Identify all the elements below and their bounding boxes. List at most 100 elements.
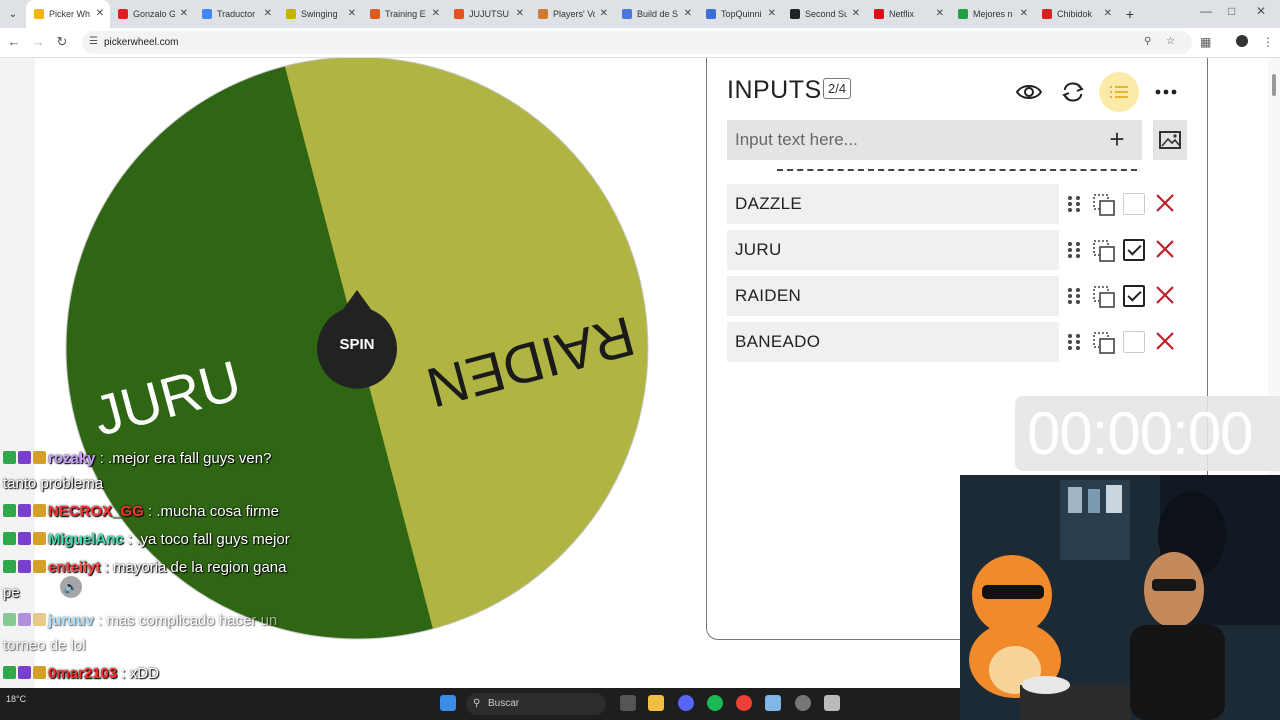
browser-tab[interactable]: Players' Vo ✕ [530, 0, 614, 28]
weather-widget[interactable]: 18°C [6, 694, 26, 704]
browser-tab[interactable]: Gonzalo G ✕ [110, 0, 194, 28]
extensions-icon[interactable]: ▦ [1200, 35, 1211, 49]
close-window-button[interactable]: ✕ [1256, 4, 1266, 18]
browser-tab[interactable]: Picker Wh ✕ [26, 0, 110, 28]
image-icon [1159, 131, 1181, 149]
notepad-icon[interactable] [765, 695, 781, 711]
taskbar-search[interactable]: ⚲ Buscar [466, 693, 606, 715]
tab-close-icon[interactable]: ✕ [1020, 8, 1028, 19]
new-tab-button[interactable]: + [1118, 6, 1142, 22]
profile-avatar[interactable] [1236, 35, 1248, 47]
volume-icon[interactable]: 🔈 [60, 576, 82, 598]
tab-close-icon[interactable]: ✕ [180, 8, 188, 19]
browser-tab[interactable]: Traductor ✕ [194, 0, 278, 28]
tab-close-icon[interactable]: ✕ [936, 8, 944, 19]
settings-gear-icon[interactable] [795, 695, 811, 711]
drag-handle-icon[interactable] [1067, 195, 1081, 213]
delete-icon[interactable] [1154, 238, 1176, 260]
drag-handle-icon[interactable] [1067, 287, 1081, 305]
chat-text-continued: pe [3, 584, 20, 601]
chat-badge-icon [18, 504, 31, 517]
entry-name[interactable]: DAZZLE [727, 184, 1059, 224]
tab-close-icon[interactable]: ✕ [852, 8, 860, 19]
entry-name[interactable]: RAIDEN [727, 276, 1059, 316]
calculator-icon[interactable] [824, 695, 840, 711]
tab-favicon-icon [202, 9, 212, 19]
browser-tab[interactable]: Swinging ✕ [278, 0, 362, 28]
tab-close-icon[interactable]: ✕ [96, 8, 104, 19]
maximize-button[interactable]: □ [1228, 4, 1235, 18]
browser-tab[interactable]: Chibidok ✕ [1034, 0, 1118, 28]
url-text: pickerwheel.com [104, 37, 179, 48]
site-info-icon[interactable]: ☰ [89, 36, 98, 47]
tab-label: Second Su [805, 9, 847, 19]
minimize-button[interactable]: — [1200, 4, 1212, 18]
reload-button[interactable]: ↻ [50, 34, 74, 50]
tab-close-icon[interactable]: ✕ [432, 8, 440, 19]
tab-close-icon[interactable]: ✕ [1104, 8, 1112, 19]
tab-close-icon[interactable]: ✕ [264, 8, 272, 19]
add-entry-button[interactable]: + [1102, 125, 1132, 155]
browser-tab[interactable]: Second Su ✕ [782, 0, 866, 28]
tab-close-icon[interactable]: ✕ [516, 8, 524, 19]
browser-tab[interactable]: TopQuinni ✕ [698, 0, 782, 28]
chat-username[interactable]: enteiiyt [48, 559, 101, 576]
bookmark-star-icon[interactable]: ☆ [1166, 36, 1175, 47]
chat-badge-icon [3, 560, 16, 573]
tab-close-icon[interactable]: ✕ [684, 8, 692, 19]
forward-button[interactable]: → [26, 34, 50, 49]
entry-checkbox[interactable] [1123, 193, 1145, 215]
list-icon[interactable] [1099, 72, 1139, 112]
browser-tab[interactable]: Training E ✕ [362, 0, 446, 28]
duplicate-icon[interactable] [1092, 285, 1116, 309]
task-view-icon[interactable] [620, 695, 636, 711]
tab-favicon-icon [790, 9, 800, 19]
chat-text: : xDD [121, 665, 159, 682]
chrome-icon[interactable] [736, 695, 752, 711]
chat-username[interactable]: NECROX_GG [48, 503, 144, 520]
tab-close-icon[interactable]: ✕ [600, 8, 608, 19]
chat-username[interactable]: rozaky [48, 450, 96, 467]
chat-username[interactable]: MiguelAnc [48, 531, 124, 548]
tab-close-icon[interactable]: ✕ [348, 8, 356, 19]
entry-checkbox[interactable] [1123, 331, 1145, 353]
shuffle-icon[interactable] [1053, 72, 1093, 112]
zoom-icon[interactable]: ⚲ [1144, 36, 1151, 47]
delete-icon[interactable] [1154, 330, 1176, 352]
duplicate-icon[interactable] [1092, 193, 1116, 217]
browser-tab[interactable]: JUJUTSU K ✕ [446, 0, 530, 28]
add-image-button[interactable] [1153, 120, 1187, 160]
discord-icon[interactable] [678, 695, 694, 711]
duplicate-icon[interactable] [1092, 331, 1116, 355]
browser-tab[interactable]: Mejores n ✕ [950, 0, 1034, 28]
delete-icon[interactable] [1154, 284, 1176, 306]
drag-handle-icon[interactable] [1067, 241, 1081, 259]
browser-tab[interactable]: Build de S ✕ [614, 0, 698, 28]
back-button[interactable]: ← [2, 34, 26, 49]
start-menu-icon[interactable] [440, 695, 456, 711]
tab-close-icon[interactable]: ✕ [768, 8, 776, 19]
tab-favicon-icon [706, 9, 716, 19]
eye-icon[interactable] [1009, 72, 1049, 112]
spin-button-label[interactable]: SPIN [317, 336, 397, 353]
tab-favicon-icon [286, 9, 296, 19]
entry-checkbox[interactable] [1123, 239, 1145, 261]
inputs-count-badge: 2/4 [823, 78, 852, 99]
entry-name[interactable]: BANEADO [727, 322, 1059, 362]
browser-menu-icon[interactable]: ⋮ [1262, 35, 1274, 49]
webcam-overlay [960, 475, 1280, 720]
entry-checkbox[interactable] [1123, 285, 1145, 307]
drag-handle-icon[interactable] [1067, 333, 1081, 351]
entry-text-input[interactable] [727, 120, 1142, 160]
duplicate-icon[interactable] [1092, 239, 1116, 263]
file-explorer-icon[interactable] [648, 695, 664, 711]
browser-tab[interactable]: Netflix ✕ [866, 0, 950, 28]
url-field[interactable]: ☰ pickerwheel.com ⚲ ☆ [82, 31, 1192, 54]
more-options-icon[interactable] [1146, 72, 1186, 112]
tab-search-button[interactable]: ⌄ [0, 0, 26, 28]
chat-username[interactable]: 0mar2103 [48, 665, 117, 682]
delete-icon[interactable] [1154, 192, 1176, 214]
spotify-icon[interactable] [707, 695, 723, 711]
chat-username[interactable]: juruuv [48, 612, 94, 629]
entry-name[interactable]: JURU [727, 230, 1059, 270]
